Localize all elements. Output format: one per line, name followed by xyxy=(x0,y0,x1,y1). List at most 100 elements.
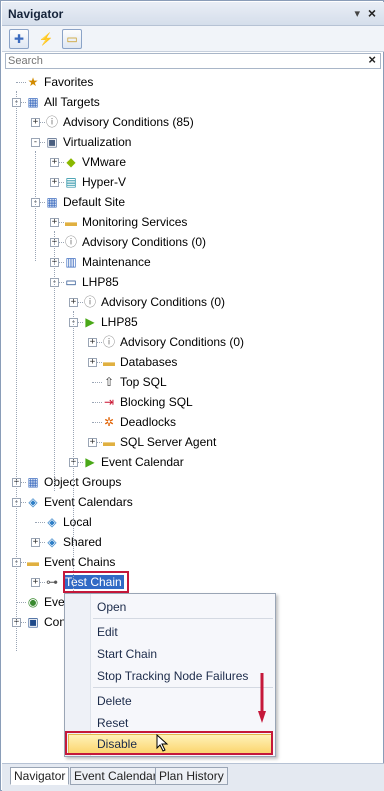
tree-node-shared[interactable]: + ◈ Shared xyxy=(31,533,372,551)
tab-plan-history[interactable]: Plan History xyxy=(155,767,228,785)
tree-node-databases[interactable]: + ▬ Databases xyxy=(88,353,372,371)
tree-node-top-sql[interactable]: ⇧ Top SQL xyxy=(88,373,372,391)
advisory-icon: ⓘ xyxy=(45,115,58,129)
tree-node-label: Advisory Conditions (0) xyxy=(120,335,245,349)
lightning-button[interactable]: ⚡ xyxy=(36,29,56,49)
tree-node-blocking-sql[interactable]: ⇥ Blocking SQL xyxy=(88,393,372,411)
menu-item-open[interactable]: Open xyxy=(97,600,126,614)
computer-icon: ▭ xyxy=(65,275,77,289)
tree-node-label: Event Chains xyxy=(44,555,116,569)
calendar-shared-icon: ◈ xyxy=(47,535,57,549)
clear-search-icon[interactable]: × xyxy=(368,52,376,67)
dropdown-icon[interactable]: ▾ xyxy=(354,7,360,20)
console-icon: ▣ xyxy=(27,615,39,629)
folder-add-icon: ▭ xyxy=(66,32,78,46)
expand-icon[interactable]: + xyxy=(31,538,40,547)
tab-navigator[interactable]: Navigator xyxy=(10,767,70,785)
tree-node-label: Monitoring Services xyxy=(82,215,188,229)
expand-icon[interactable]: + xyxy=(50,218,59,227)
mouse-cursor-icon xyxy=(156,734,169,752)
tree-node-label: Virtualization xyxy=(63,135,132,149)
menu-item-start-chain[interactable]: Start Chain xyxy=(97,647,157,661)
lightning-icon: ⚡ xyxy=(38,32,54,46)
tree-node-event-chains[interactable]: - ▬ Event Chains xyxy=(12,553,372,571)
tree-node-object-groups[interactable]: + ▦ Object Groups xyxy=(12,473,372,491)
bottom-tab-strip: Navigator Event Calendar Plan History xyxy=(2,763,384,791)
tree-node-sql-server-agent[interactable]: + ▬ SQL Server Agent xyxy=(88,433,372,451)
event-chains-icon: ▬ xyxy=(27,555,39,569)
tree-node-label: Deadlocks xyxy=(120,415,177,429)
annotation-box-test-chain xyxy=(63,571,129,593)
tab-event-calendar[interactable]: Event Calendar xyxy=(70,767,161,785)
deadlocks-icon: ✲ xyxy=(103,415,115,429)
tree-node-hyper-v[interactable]: + ▤ Hyper-V xyxy=(50,173,372,191)
tree-node-deadlocks[interactable]: ✲ Deadlocks xyxy=(88,413,372,431)
menu-item-reset[interactable]: Reset xyxy=(97,716,128,730)
tree-node-label: Maintenance xyxy=(82,255,151,269)
tree-node-local[interactable]: ◈ Local xyxy=(31,513,372,531)
tree-node-label: LHP85 xyxy=(82,275,119,289)
tree-node-label: VMware xyxy=(82,155,127,169)
advisory-icon: ⓘ xyxy=(102,335,115,349)
tree-node-label: Local xyxy=(63,515,92,529)
expand-icon[interactable]: + xyxy=(31,578,40,587)
calendar-local-icon: ◈ xyxy=(47,515,57,529)
tree-node-advisory-conditions-0[interactable]: + ⓘ Advisory Conditions (0) xyxy=(69,293,372,311)
expand-icon[interactable]: + xyxy=(88,358,97,367)
tree-node-label: SQL Server Agent xyxy=(120,435,217,449)
tree-node-event-calendars[interactable]: - ◈ Event Calendars xyxy=(12,493,372,511)
tree-node-advisory-conditions-0[interactable]: + ⓘ Advisory Conditions (0) xyxy=(88,333,372,351)
add-target-icon: ✚ xyxy=(13,32,25,46)
tree-node-all-targets[interactable]: - ▦ All Targets xyxy=(12,93,372,111)
tree-node-label: Event Calendar xyxy=(101,455,184,469)
menu-separator xyxy=(93,687,273,688)
tree-node-label: Advisory Conditions (0) xyxy=(82,235,207,249)
tree-node-virtualization[interactable]: - ▣ Virtualization xyxy=(31,133,372,151)
advisory-icon: ⓘ xyxy=(83,295,96,309)
expand-icon[interactable]: + xyxy=(88,338,97,347)
title-bar: Navigator ▾ × xyxy=(2,2,384,26)
tree-node-label: Top SQL xyxy=(120,375,167,389)
add-target-button[interactable]: ✚ xyxy=(9,29,29,49)
search-box: × xyxy=(5,52,381,69)
sql-instance-icon: ▶ xyxy=(85,315,95,329)
event-calendar-icon: ▶ xyxy=(85,455,95,469)
toolbar: ✚ ⚡ ▭ xyxy=(2,26,384,52)
tree-node-label: Blocking SQL xyxy=(120,395,193,409)
top-sql-icon: ⇧ xyxy=(103,375,115,389)
tree-node-advisory-conditions-85[interactable]: + ⓘ Advisory Conditions (85) xyxy=(31,113,372,131)
tree-node-label: Event Calendars xyxy=(44,495,133,509)
tree-node-advisory-conditions-0[interactable]: + ⓘ Advisory Conditions (0) xyxy=(50,233,372,251)
object-groups-icon: ▦ xyxy=(27,475,39,489)
expand-icon[interactable]: + xyxy=(88,438,97,447)
tree-node-monitoring-services[interactable]: + ▬ Monitoring Services xyxy=(50,213,372,231)
tree-node-event-calendar[interactable]: + ▶ Event Calendar xyxy=(69,453,372,471)
chain-icon: ⊶ xyxy=(46,575,58,589)
expand-icon[interactable]: + xyxy=(69,298,78,307)
tree-node-lhp85[interactable]: - ▭ LHP85 xyxy=(50,273,372,291)
tree-node-maintenance[interactable]: + ▥ Maintenance xyxy=(50,253,372,271)
tree-guide-line xyxy=(54,231,55,491)
collapse-icon[interactable]: - xyxy=(31,138,40,147)
menu-item-edit[interactable]: Edit xyxy=(97,625,118,639)
expand-icon[interactable]: + xyxy=(31,118,40,127)
tree-node-label: Con xyxy=(44,615,67,629)
tree-node-default-site[interactable]: - ▦ Default Site xyxy=(31,193,372,211)
tree-node-lhp85[interactable]: - ▶ LHP85 xyxy=(69,313,372,331)
tree-node-label: All Targets xyxy=(44,95,100,109)
tree-node-label: Hyper-V xyxy=(82,175,127,189)
expand-icon[interactable]: + xyxy=(50,178,59,187)
folder-icon: ▬ xyxy=(103,435,115,449)
tree-guide-line xyxy=(35,151,36,261)
annotation-arrow-icon xyxy=(258,673,266,723)
folder-add-button[interactable]: ▭ xyxy=(62,29,82,49)
expand-icon[interactable]: + xyxy=(50,158,59,167)
menu-item-delete[interactable]: Delete xyxy=(97,694,132,708)
tree-node-label: Eve xyxy=(44,595,65,609)
menu-item-stop-tracking[interactable]: Stop Tracking Node Failures xyxy=(97,669,248,683)
tree-node-vmware[interactable]: + ◆ VMware xyxy=(50,153,372,171)
tree-node-favorites[interactable]: ★ Favorites xyxy=(12,73,372,91)
hyperv-icon: ▤ xyxy=(65,175,77,189)
close-icon[interactable]: × xyxy=(368,5,376,21)
search-input[interactable] xyxy=(8,54,358,68)
